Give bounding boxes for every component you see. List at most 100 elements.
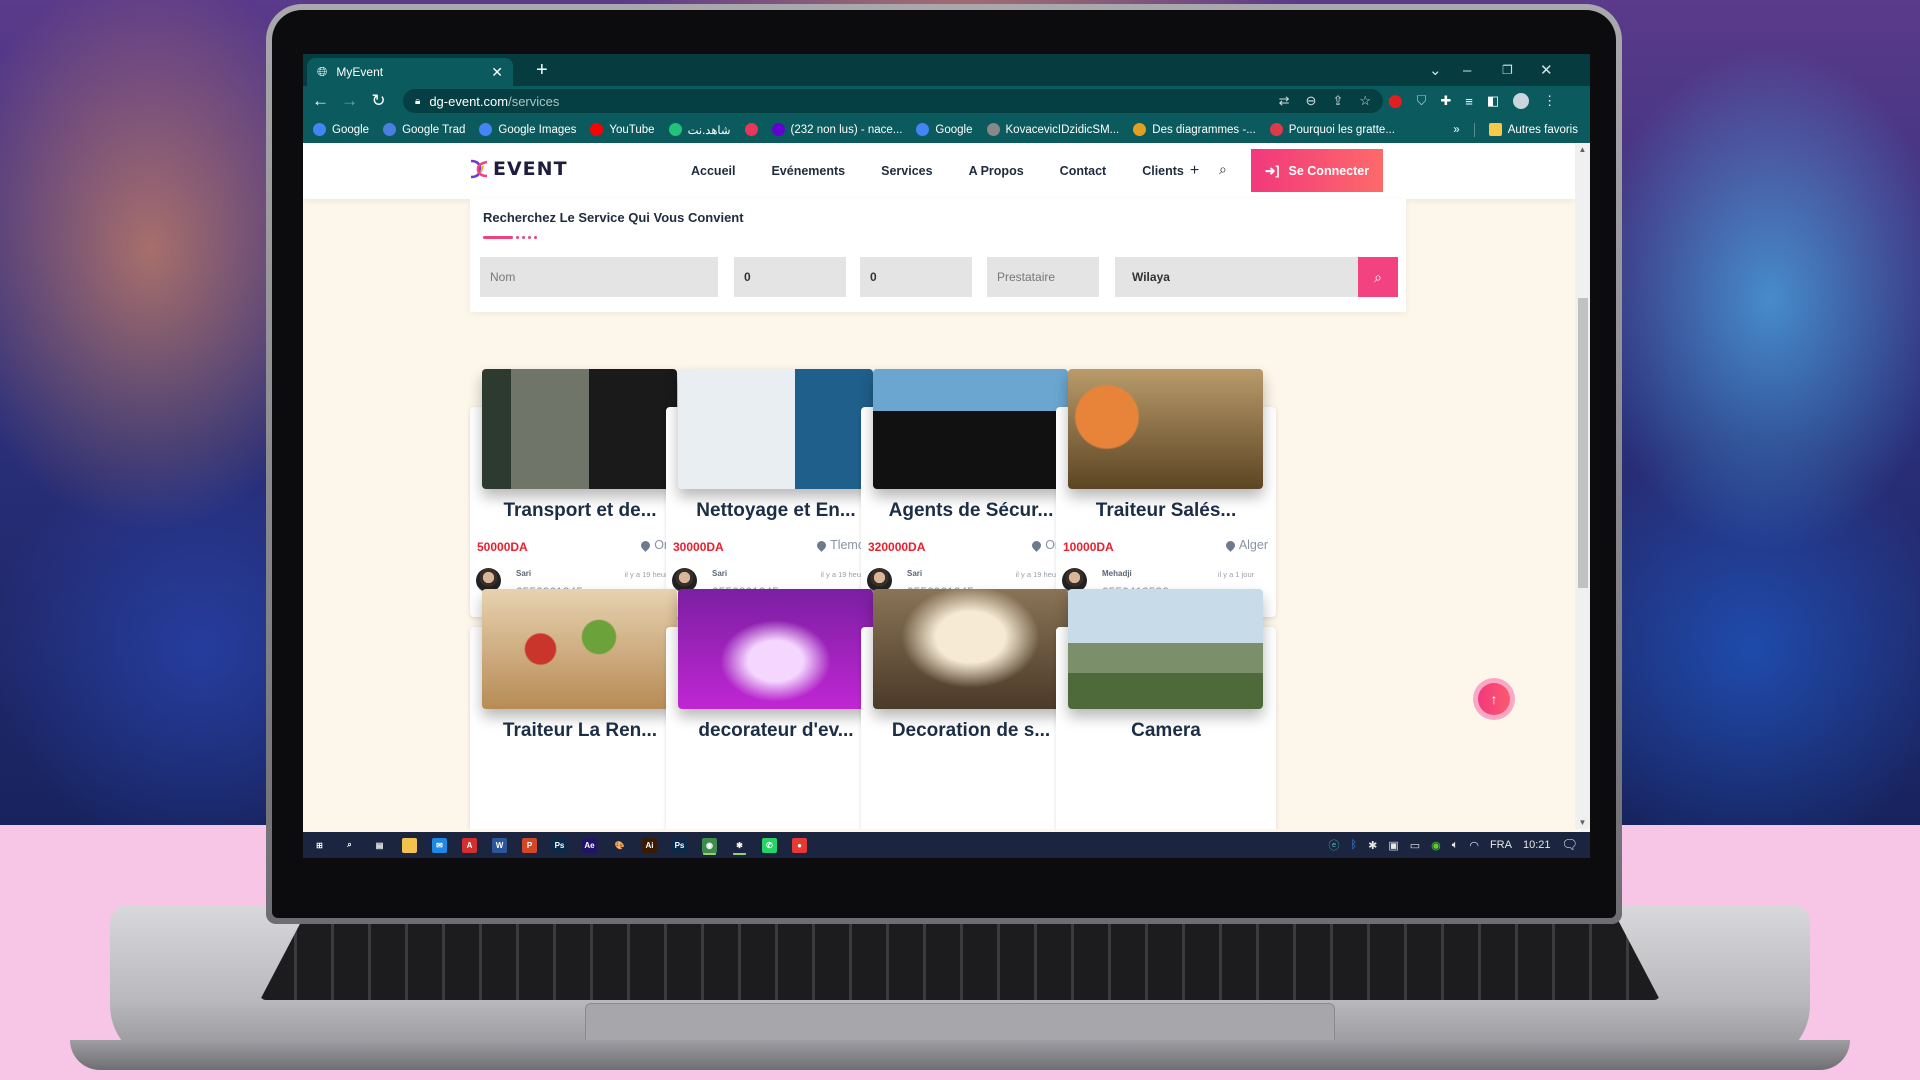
bookmark-item[interactable]: شاهد.نت bbox=[668, 123, 731, 137]
name-input[interactable]: Nom bbox=[480, 257, 718, 297]
back-button[interactable]: ← bbox=[306, 91, 335, 111]
scroll-to-top-button[interactable]: ↑ bbox=[1473, 678, 1515, 720]
taskbar-acrobat-icon[interactable]: A bbox=[462, 837, 477, 853]
service-title[interactable]: Traiteur La Ren... bbox=[470, 720, 690, 742]
login-button[interactable]: ➜] Se Connecter bbox=[1251, 149, 1383, 192]
clock[interactable]: 10:21 bbox=[1523, 839, 1551, 851]
cleaning-photo[interactable] bbox=[678, 369, 873, 489]
service-card[interactable]: Nettoyage et En...30000DATlemcenSari0556… bbox=[666, 369, 886, 617]
provider-input[interactable]: Prestataire bbox=[987, 257, 1099, 297]
bookmarks-overflow-button[interactable]: » bbox=[1453, 124, 1459, 136]
service-card[interactable]: Agents de Sécur...320000DAOranSari055696… bbox=[861, 369, 1081, 617]
address-bar[interactable]: 🔒︎ dg-event.com/services ⇄ ⊖ ⇪ ☆ bbox=[403, 89, 1383, 113]
reading-list-icon[interactable]: ≡ bbox=[1465, 94, 1473, 109]
taskbar-chrome-icon[interactable]: ◉ bbox=[702, 837, 717, 853]
service-card[interactable]: Transport et de...50000DAOranSari0556961… bbox=[470, 369, 690, 617]
search-icon[interactable]: ⌕ bbox=[1219, 161, 1227, 178]
nav-services[interactable]: Services bbox=[881, 164, 932, 178]
bookmark-item[interactable]: Des diagrammes -... bbox=[1133, 123, 1256, 136]
tab-close-icon[interactable]: ✕ bbox=[491, 64, 503, 81]
bookmark-item[interactable]: YouTube bbox=[590, 123, 655, 136]
profile-avatar[interactable] bbox=[1513, 93, 1530, 109]
browser-menu-icon[interactable]: ⋮ bbox=[1543, 93, 1556, 109]
nav-evenements[interactable]: Evénements bbox=[771, 164, 845, 178]
taskbar-photoshop-icon[interactable]: Ps bbox=[552, 837, 567, 853]
battery-icon[interactable]: ▭ bbox=[1410, 839, 1420, 852]
taskbar-illustrator-icon[interactable]: Ai bbox=[642, 837, 657, 853]
other-bookmarks-folder[interactable]: Autres favoris bbox=[1488, 123, 1578, 136]
bookmark-item[interactable]: Google bbox=[916, 123, 973, 136]
service-card[interactable]: Traiteur Salés...10000DAAlgerMehadji0556… bbox=[1056, 369, 1276, 617]
taskbar-powerpoint-icon[interactable]: P bbox=[522, 837, 537, 853]
security-photo[interactable] bbox=[873, 369, 1068, 489]
service-title[interactable]: Nettoyage et En... bbox=[666, 500, 886, 522]
side-panel-icon[interactable]: ◧ bbox=[1487, 93, 1499, 109]
service-card[interactable]: Decoration de s... bbox=[861, 589, 1081, 829]
scroll-up-arrow-icon[interactable]: ▲ bbox=[1575, 145, 1590, 154]
shield-extension-icon[interactable]: ⛉ bbox=[1417, 93, 1427, 109]
page-scrollbar[interactable]: ▲ ▼ bbox=[1575, 143, 1590, 829]
new-tab-button[interactable]: + bbox=[536, 59, 548, 81]
taskbar-word-icon[interactable]: W bbox=[492, 837, 507, 853]
search-submit-button[interactable]: ⌕ bbox=[1358, 257, 1398, 297]
food-platter-photo[interactable] bbox=[482, 589, 677, 709]
taskbar-task-view-icon[interactable]: ▤ bbox=[372, 838, 387, 853]
taskbar-paint-icon[interactable]: 🎨 bbox=[612, 838, 627, 853]
bookmark-item[interactable]: (232 non lus) - nace... bbox=[771, 123, 902, 136]
taskbar-mail-icon[interactable]: ✉ bbox=[432, 837, 447, 853]
scroll-down-arrow-icon[interactable]: ▼ bbox=[1575, 818, 1590, 827]
camera-tray-icon[interactable]: ▣ bbox=[1388, 839, 1398, 852]
edge-update-icon[interactable]: ⓔ bbox=[1328, 837, 1339, 853]
scrollbar-thumb[interactable] bbox=[1578, 298, 1588, 588]
taskbar-after-effects-icon[interactable]: Ae bbox=[582, 837, 597, 853]
service-title[interactable]: Decoration de s... bbox=[861, 720, 1081, 742]
bookmark-item[interactable]: Google Trad bbox=[383, 123, 465, 136]
hall-decor-photo[interactable] bbox=[873, 589, 1068, 709]
browser-tab[interactable]: 🌐︎ MyEvent ✕ bbox=[307, 58, 513, 86]
taskbar-file-explorer-icon[interactable] bbox=[402, 837, 417, 853]
bluetooth-icon[interactable]: ᛒ bbox=[1350, 839, 1357, 851]
extensions-puzzle-icon[interactable]: ✚ bbox=[1440, 93, 1451, 109]
bookmark-item[interactable]: KovacevicIDzidicSM... bbox=[986, 123, 1119, 136]
max-price-input[interactable]: 0 bbox=[860, 257, 972, 297]
nav-accueil[interactable]: Accueil bbox=[691, 164, 735, 178]
taskbar-start-icon[interactable]: ⊞ bbox=[312, 838, 327, 853]
catering-photo[interactable] bbox=[1068, 369, 1263, 489]
tab-search-chevron-icon[interactable]: ⌄ bbox=[1429, 54, 1442, 86]
transport-photo[interactable] bbox=[482, 369, 677, 489]
adblock-extension-icon[interactable]: ⬤ bbox=[1388, 93, 1403, 109]
bookmark-item[interactable]: Google Images bbox=[479, 123, 576, 136]
bookmark-item[interactable] bbox=[744, 123, 758, 136]
translate-icon[interactable]: ⇄ bbox=[1279, 93, 1290, 109]
provider-name[interactable]: Mehadji bbox=[1102, 569, 1132, 578]
zoom-out-icon[interactable]: ⊖ bbox=[1306, 93, 1317, 109]
close-window-button[interactable]: ✕ bbox=[1540, 54, 1553, 86]
wilaya-select[interactable]: Wilaya bbox=[1115, 257, 1358, 297]
taskbar-whatsapp-icon[interactable]: ✆ bbox=[762, 837, 777, 853]
taskbar-photoshop-2-icon[interactable]: Ps bbox=[672, 837, 687, 853]
service-title[interactable]: Agents de Sécur... bbox=[861, 500, 1081, 522]
forward-button[interactable]: → bbox=[335, 91, 364, 111]
reload-button[interactable]: ↻ bbox=[364, 91, 393, 111]
restore-button[interactable]: ❐ bbox=[1502, 54, 1513, 86]
status-green-icon[interactable]: ◉ bbox=[1431, 839, 1441, 852]
wifi-icon[interactable]: ◠ bbox=[1469, 839, 1479, 852]
provider-name[interactable]: Sari bbox=[907, 569, 922, 578]
notifications-icon[interactable]: 🗨︎ bbox=[1561, 837, 1578, 853]
camera-photo[interactable] bbox=[1068, 589, 1263, 709]
service-card[interactable]: Traiteur La Ren... bbox=[470, 589, 690, 829]
site-logo[interactable]: EVENT bbox=[468, 158, 568, 180]
language-indicator[interactable]: FRA bbox=[1490, 839, 1512, 851]
volume-icon[interactable]: 🔈︎ bbox=[1452, 839, 1459, 852]
bookmark-star-icon[interactable]: ☆ bbox=[1359, 93, 1371, 109]
service-title[interactable]: Traiteur Salés... bbox=[1056, 500, 1276, 522]
service-title[interactable]: Transport et de... bbox=[470, 500, 690, 522]
service-title[interactable]: Camera bbox=[1056, 720, 1276, 742]
nav-clients[interactable]: Clients + bbox=[1142, 162, 1199, 180]
bookmark-item[interactable]: Google bbox=[313, 123, 369, 136]
provider-name[interactable]: Sari bbox=[516, 569, 531, 578]
minimize-button[interactable]: – bbox=[1463, 54, 1471, 86]
nav-a-propos[interactable]: A Propos bbox=[969, 164, 1024, 178]
service-card[interactable]: decorateur d'ev... bbox=[666, 589, 886, 829]
taskbar-recorder-icon[interactable]: ● bbox=[792, 837, 807, 853]
